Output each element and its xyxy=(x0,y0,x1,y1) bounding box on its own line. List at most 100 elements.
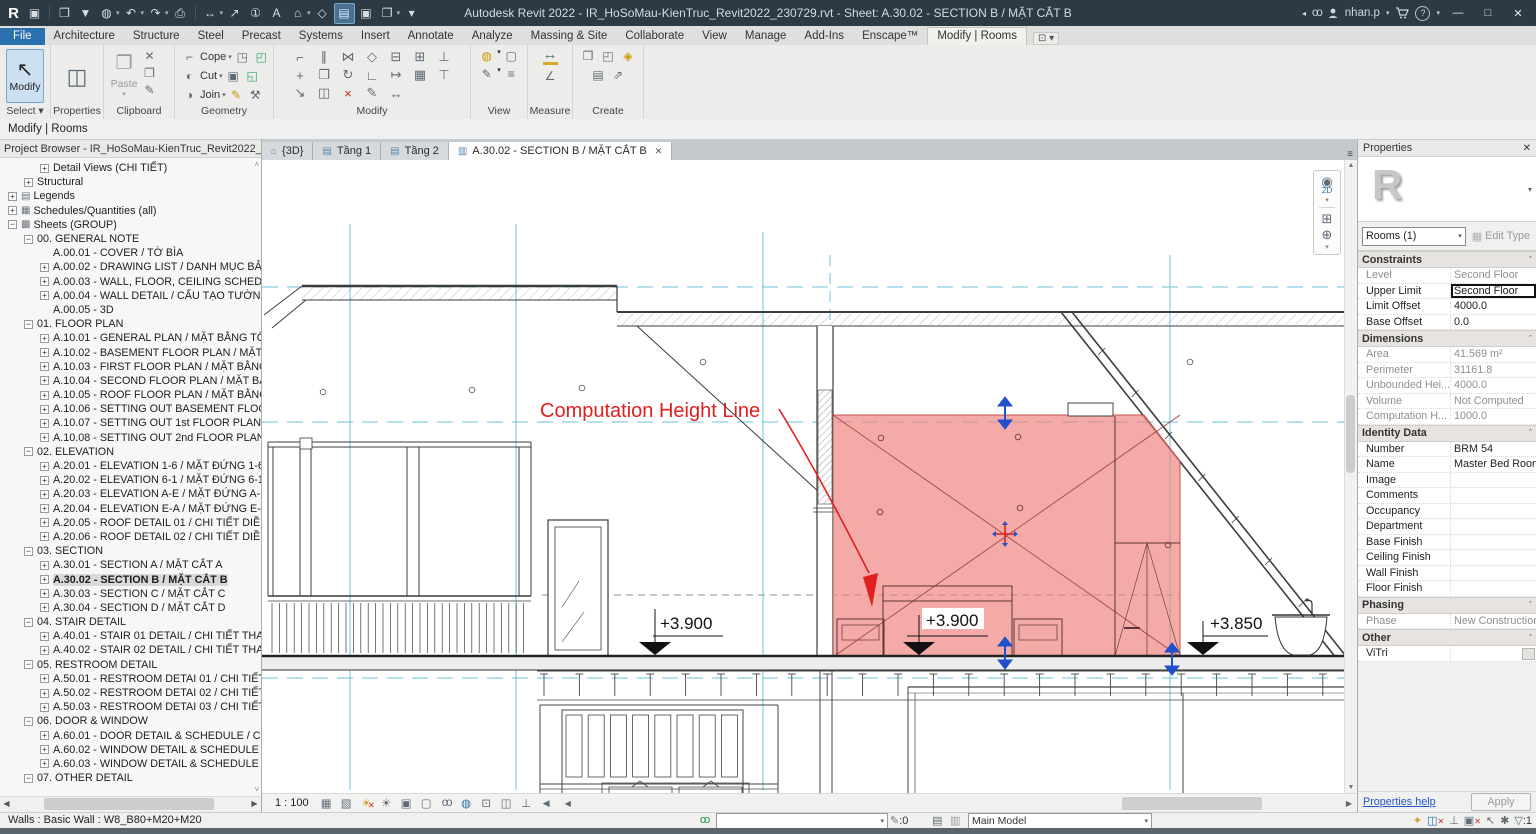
property-value[interactable] xyxy=(1451,566,1536,581)
join-tool[interactable]: ◑Join▾✎⚒ xyxy=(181,86,264,104)
hammer-icon[interactable]: ⚒ xyxy=(247,87,264,103)
property-value[interactable] xyxy=(1451,488,1536,503)
detail-level-icon[interactable]: ▦ xyxy=(319,796,334,810)
wheel-menu-chevron-icon[interactable]: ▾ xyxy=(1325,196,1329,204)
exclude-options-icon[interactable]: ▥ xyxy=(950,814,960,827)
expand-icon[interactable]: + xyxy=(40,164,49,173)
measure-icon[interactable]: ↔ xyxy=(201,4,220,23)
view-tab[interactable]: ⌂{3D} xyxy=(262,142,313,160)
scroll-up-icon[interactable]: ▲ xyxy=(1345,160,1357,172)
tree-item[interactable]: +A.00.02 - DRAWING LIST / DANH MỤC BẢN V xyxy=(0,260,261,274)
ribbon-tab-architecture[interactable]: Architecture xyxy=(45,28,124,45)
app-frame-icon[interactable]: ▣ xyxy=(25,4,44,23)
aligned-dimension-tool-icon[interactable]: ∠ xyxy=(542,68,559,84)
customize-qat-icon[interactable]: ▾ xyxy=(402,4,421,23)
copy-icon[interactable]: ❐ xyxy=(316,67,333,83)
redo-dropdown-icon[interactable]: ▾ xyxy=(165,9,169,17)
pin-icon[interactable]: ⊥ xyxy=(436,49,453,65)
expand-icon[interactable]: + xyxy=(40,603,49,612)
zoom-menu-chevron-icon[interactable]: ▾ xyxy=(1325,243,1329,251)
section-collapse-icon[interactable]: ˆ xyxy=(1529,334,1532,344)
minimize-button[interactable]: — xyxy=(1446,3,1470,23)
expand-icon[interactable]: + xyxy=(40,745,49,754)
sync-dropdown-icon[interactable]: ▾ xyxy=(116,9,120,17)
view-tab[interactable]: ▤Tầng 2 xyxy=(381,142,449,160)
ribbon-tab-modify-rooms[interactable]: Modify | Rooms xyxy=(927,27,1027,45)
property-value[interactable]: 1000.0 xyxy=(1451,409,1536,424)
tree-item[interactable]: +A.20.02 - ELEVATION 6-1 / MẶT ĐỨNG 6-1 xyxy=(0,473,261,487)
tree-item[interactable]: +A.10.01 - GENERAL PLAN / MẶT BẰNG TỔNG xyxy=(0,331,261,345)
tree-item[interactable]: +A.00.04 - WALL DETAIL / CẤU TẠO TƯỜNG S… xyxy=(0,289,261,303)
cut-profile-icon[interactable]: ◳ xyxy=(234,49,251,65)
tree-item[interactable]: −▩Sheets (GROUP) xyxy=(0,218,261,232)
tree-item[interactable]: +A.20.06 - ROOF DETAIL 02 / CHI TIẾT DIỀ… xyxy=(0,530,261,544)
expand-icon[interactable]: + xyxy=(40,376,49,385)
extend-icon[interactable]: ↦ xyxy=(388,67,405,83)
background-process-icon[interactable]: ✱ xyxy=(1500,814,1509,827)
tree-item[interactable]: −01. FLOOR PLAN xyxy=(0,317,261,331)
edit-type-button[interactable]: ▦ Edit Type xyxy=(1470,230,1532,243)
property-value[interactable] xyxy=(1451,535,1536,550)
tree-item[interactable]: +▤Legends xyxy=(0,189,261,203)
tree-item[interactable]: +A.30.04 - SECTION D / MẶT CẮT D xyxy=(0,601,261,615)
expand-icon[interactable]: + xyxy=(40,462,49,471)
reveal-hidden-elements-icon[interactable]: ◍ xyxy=(459,796,474,810)
collapse-icon[interactable]: − xyxy=(24,320,33,329)
create-assembly-icon[interactable]: ▤ xyxy=(590,67,607,83)
trim-icon[interactable]: ∟ xyxy=(364,67,381,83)
print-icon[interactable]: ⎙ xyxy=(171,4,190,23)
properties-section-header[interactable]: Otherˆ xyxy=(1358,629,1536,646)
create-group-icon[interactable]: ◰ xyxy=(600,48,617,64)
ribbon-tab-collaborate[interactable]: Collaborate xyxy=(616,28,693,45)
tree-item[interactable]: +A.10.04 - SECOND FLOOR PLAN / MẶT BẰNG xyxy=(0,374,261,388)
collapse-icon[interactable]: − xyxy=(24,774,33,783)
properties-section-header[interactable]: Identity Dataˆ xyxy=(1358,425,1536,442)
section-collapse-icon[interactable]: ˆ xyxy=(1529,633,1532,643)
property-value[interactable] xyxy=(1451,473,1536,488)
ribbon-tab-file[interactable]: File xyxy=(0,28,45,45)
unpin-icon[interactable]: ⊤ xyxy=(436,67,453,83)
property-value[interactable] xyxy=(1451,504,1536,519)
close-hidden-windows-icon[interactable]: ▣ xyxy=(357,4,376,23)
tree-item[interactable]: +A.50.01 - RESTROOM DETAI 01 / CHI TIẾT … xyxy=(0,672,261,686)
view-tab[interactable]: ▤Tầng 1 xyxy=(313,142,381,160)
property-value[interactable]: Second Floor xyxy=(1451,284,1536,299)
tree-scroll-up-icon[interactable]: ˄ xyxy=(254,160,259,169)
filter-icon[interactable]: ▽:1 xyxy=(1514,814,1532,827)
ribbon-tab-enscape-[interactable]: Enscape™ xyxy=(853,28,927,45)
tree-item[interactable]: +A.00.03 - WALL, FLOOR, CEILING SCHEDULE… xyxy=(0,275,261,289)
vscroll-handle[interactable] xyxy=(1346,395,1355,473)
open-icon[interactable]: ❐ xyxy=(55,4,74,23)
ribbon-tab-annotate[interactable]: Annotate xyxy=(399,28,463,45)
offset-icon[interactable]: ∥ xyxy=(316,49,333,65)
tree-item[interactable]: A.00.05 - 3D xyxy=(0,303,261,317)
expand-icon[interactable]: + xyxy=(8,206,17,215)
tree-item[interactable]: −06. DOOR & WINDOW xyxy=(0,714,261,728)
tree-item[interactable]: +A.40.02 - STAIR 02 DETAIL / CHI TIẾT TH… xyxy=(0,643,261,657)
tree-item[interactable]: +A.10.03 - FIRST FLOOR PLAN / MẶT BẰNG T… xyxy=(0,360,261,374)
select-by-face-icon[interactable]: ▣✕ xyxy=(1464,814,1481,827)
text-icon[interactable]: A xyxy=(267,4,286,23)
property-value-button[interactable] xyxy=(1522,648,1535,660)
tree-item[interactable]: −00. GENERAL NOTE xyxy=(0,232,261,246)
match-properties-icon[interactable]: ✎ xyxy=(141,82,158,98)
default-3d-view-dropdown-icon[interactable]: ▾ xyxy=(307,9,311,17)
scroll-right-icon[interactable]: ▶ xyxy=(248,798,261,810)
expand-icon[interactable]: + xyxy=(40,703,49,712)
split-gap-icon[interactable]: ⊞ xyxy=(412,49,429,65)
default-3d-view-icon[interactable]: ⌂ xyxy=(288,4,307,23)
hscroll-handle[interactable] xyxy=(1122,797,1262,810)
paste-button[interactable]: ❐ Paste ▾ xyxy=(107,48,141,98)
property-value[interactable]: 4000.0 xyxy=(1451,378,1536,393)
type-preview[interactable]: R ▾ xyxy=(1358,157,1536,222)
paint-brush-icon[interactable]: ✎ xyxy=(478,66,495,82)
expand-icon[interactable]: + xyxy=(40,433,49,442)
tree-item[interactable]: −07. OTHER DETAIL xyxy=(0,771,261,785)
selected-room[interactable] xyxy=(833,415,1180,657)
tree-item[interactable]: +Detail Views (CHI TIẾT) xyxy=(0,161,261,175)
zoom-icon[interactable]: ⊕ xyxy=(1322,227,1333,242)
tree-item[interactable]: +A.30.01 - SECTION A / MẶT CẮT A xyxy=(0,558,261,572)
collapse-icon[interactable]: − xyxy=(8,220,17,229)
properties-section-header[interactable]: Phasingˆ xyxy=(1358,597,1536,614)
properties-help-link[interactable]: Properties help xyxy=(1363,796,1436,808)
